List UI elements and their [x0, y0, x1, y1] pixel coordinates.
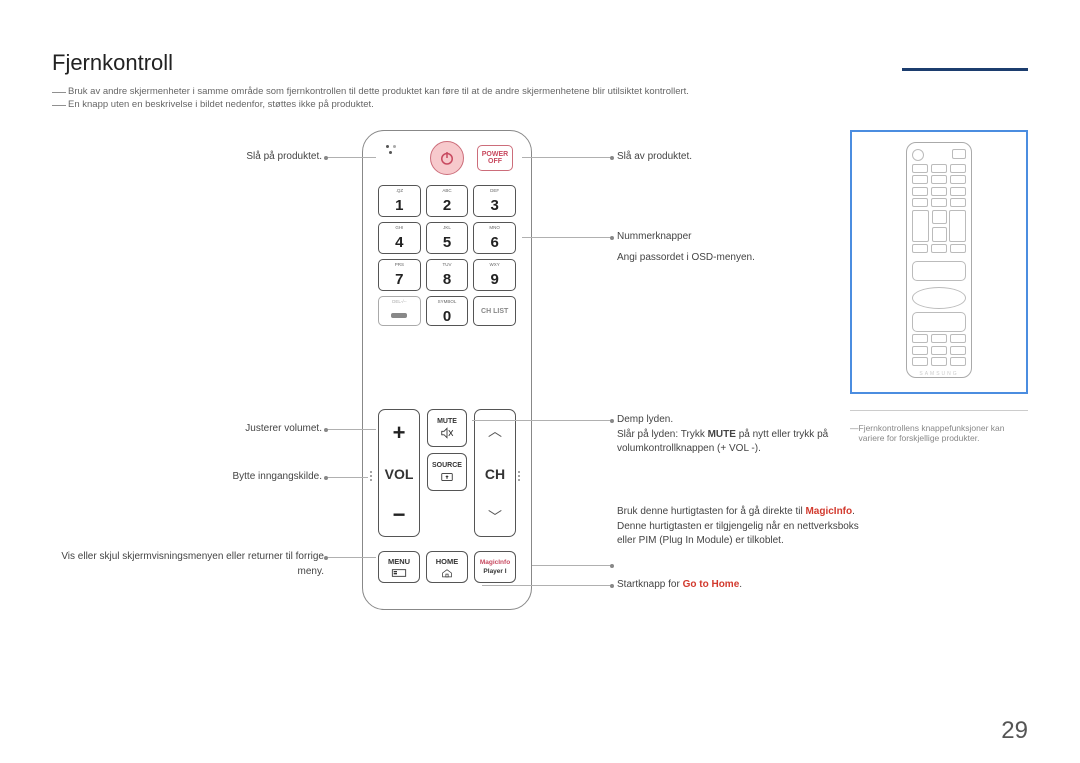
ir-led [386, 145, 389, 148]
ir-led [389, 151, 392, 154]
home-button: HOME [426, 551, 468, 583]
grip-dots [370, 471, 376, 481]
menu-icon [391, 568, 407, 578]
leader-line [326, 157, 376, 158]
brand-label: SAMSUNG [912, 371, 966, 377]
note-2: ―En knapp uten en beskrivelse i bildet n… [52, 99, 1028, 110]
mute-icon [440, 427, 454, 439]
key-0: SYMBOL0 [426, 296, 469, 326]
home-icon [439, 568, 455, 578]
callout-magicinfo: Bruk denne hurtigtasten for å gå direkte… [617, 505, 877, 549]
page-number: 29 [1001, 717, 1028, 745]
menu-button: MENU [378, 551, 420, 583]
mute-button: MUTE [427, 409, 467, 447]
source-icon [440, 471, 454, 483]
grip-dots [518, 471, 524, 481]
key-1: .QZ1 [378, 185, 421, 217]
leader-line [522, 237, 612, 238]
callout-menu: Vis eller skjul skjermvisningsmenyen ell… [52, 550, 324, 579]
key-del: DEL-/-- [378, 296, 421, 326]
remote-thumbnail-box: SAMSUNG [850, 130, 1028, 394]
power-icon [438, 149, 456, 167]
remote-thumbnail: SAMSUNG [906, 142, 972, 378]
source-button: SOURCE [427, 453, 467, 491]
leader-line [326, 477, 368, 478]
leader-line [326, 557, 376, 558]
key-8: TUV8 [426, 259, 469, 291]
key-6: MNO6 [473, 222, 516, 254]
key-chlist: CH LIST [473, 296, 516, 326]
plus-icon: + [379, 422, 419, 444]
key-5: JKL5 [426, 222, 469, 254]
key-9: WXY9 [473, 259, 516, 291]
number-keypad: .QZ1 ABC2 DEF3 GHI4 JKL5 MNO6 PRS7 TUV8 … [378, 185, 516, 326]
callout-power-off: Slå av produktet. [617, 150, 857, 165]
callout-source: Bytte inngangskilde. [52, 470, 322, 485]
channel-rocker: ︿ CH ﹀ [474, 409, 516, 537]
callout-mute: Demp lyden. Slår på lyden: Trykk MUTE på… [617, 413, 867, 457]
callout-home: Startknapp for Go to Home. [617, 578, 877, 593]
header-rule [902, 68, 1028, 71]
key-4: GHI4 [378, 222, 421, 254]
callout-volume: Justerer volumet. [52, 422, 322, 437]
remote-outline: POWEROFF .QZ1 ABC2 DEF3 GHI4 JKL5 MNO6 P… [362, 130, 532, 610]
chevron-up-icon: ︿ [475, 424, 515, 438]
callout-power-on: Slå på produktet. [52, 150, 322, 165]
minus-icon: − [379, 504, 419, 526]
power-on-button [430, 141, 464, 175]
key-7: PRS7 [378, 259, 421, 291]
ir-led [393, 145, 396, 148]
note-1: ―Bruk av andre skjermenheter i samme omr… [52, 86, 1028, 97]
volume-rocker: + VOL − [378, 409, 420, 537]
page-title: Fjernkontroll [52, 50, 1028, 76]
power-off-button: POWEROFF [477, 145, 513, 171]
magicinfo-button: MagicInfo Player I [474, 551, 516, 583]
thumbnail-note: ―Fjernkontrollens knappefunksjoner kan v… [850, 423, 1028, 443]
leader-line [532, 565, 612, 566]
key-2: ABC2 [426, 185, 469, 217]
chevron-down-icon: ﹀ [475, 510, 515, 524]
key-3: DEF3 [473, 185, 516, 217]
callout-numbers: Nummerknapper Angi passordet i OSD-menye… [617, 230, 857, 265]
leader-line [482, 585, 612, 586]
leader-line [326, 429, 376, 430]
leader-line [472, 420, 612, 421]
leader-line [522, 157, 612, 158]
